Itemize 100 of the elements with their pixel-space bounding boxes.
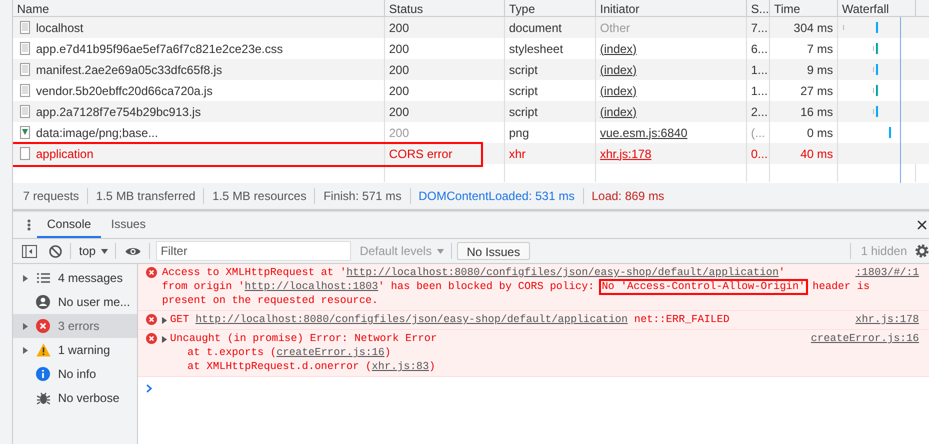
summary-text: Finish: 571 ms — [323, 188, 402, 205]
size-text: 0... — [751, 146, 768, 162]
request-name: localhost — [36, 20, 84, 36]
column-header[interactable]: Status — [389, 3, 424, 15]
request-row[interactable]: app.2a7128f7e754b29bc913.js 200 script (index) 2... 16 ms — [13, 101, 929, 122]
waterfall-bar — [843, 22, 878, 33]
time-text: 9 ms — [806, 62, 833, 78]
source-link[interactable]: :1803/#/:1 — [855, 266, 919, 280]
prompt-icon[interactable] — [146, 384, 152, 392]
source-link[interactable]: xhr.js:178 — [855, 313, 919, 327]
column-header[interactable]: Time — [774, 3, 800, 15]
document-icon — [20, 42, 30, 55]
message-line: Uncaught (in promise) Error: Network Error — [170, 332, 438, 346]
request-name: application — [36, 146, 94, 162]
request-row[interactable]: manifest.2ae2e69a05c33dfc65f8.js 200 script (index) 1... 9 ms — [13, 59, 929, 80]
initiator-link[interactable]: (index) — [600, 82, 637, 100]
column-header[interactable]: Name — [17, 3, 50, 15]
waterfall-bar — [873, 106, 878, 117]
sidebar-item[interactable]: No verbose — [13, 386, 137, 410]
issues-button[interactable]: No Issues — [456, 242, 530, 260]
type-text: stylesheet — [509, 40, 564, 58]
context-dropdown[interactable]: top — [79, 242, 108, 260]
eye-icon[interactable] — [124, 246, 141, 256]
sidebar-item[interactable]: 3 errors — [13, 314, 137, 338]
time-text: 0 ms — [806, 124, 833, 142]
expand-arrow-icon[interactable] — [23, 322, 28, 330]
hidden-count: 1 hidden — [860, 243, 907, 260]
waterfall-bar — [873, 43, 878, 54]
close-icon[interactable] — [917, 220, 927, 230]
error-icon — [146, 333, 157, 344]
size-text: 7... — [751, 20, 768, 36]
drawer-tab[interactable]: Issues — [101, 212, 156, 238]
info-icon — [36, 367, 50, 381]
initiator-link[interactable]: (index) — [600, 40, 637, 58]
request-row[interactable]: localhost 200 document Other 7... 304 ms — [13, 17, 929, 38]
filter-field[interactable]: Filter — [156, 241, 351, 261]
error-icon — [146, 267, 157, 278]
request-name: manifest.2ae2e69a05c33dfc65f8.js — [36, 62, 222, 78]
time-text: 40 ms — [800, 146, 833, 162]
source-link[interactable]: createError.js:16 — [810, 332, 919, 346]
request-row[interactable]: application CORS error xhr xhr.js:178 0... 40 ms — [13, 143, 929, 164]
user-icon — [36, 295, 50, 309]
sidebar-item[interactable]: 4 messages — [13, 266, 137, 290]
request-name: vendor.5b20ebffc20d66ca720a.js — [36, 82, 213, 100]
sidebar-toggle-icon[interactable] — [22, 244, 37, 258]
size-text: 2... — [751, 104, 768, 120]
initiator-text: Other — [600, 20, 630, 36]
expand-arrow-icon[interactable] — [162, 316, 167, 324]
type-text: script — [509, 104, 538, 120]
waterfall-bar — [873, 85, 878, 96]
error-icon — [36, 319, 50, 333]
time-text: 27 ms — [800, 82, 833, 100]
message-line: from origin 'http://localhost:1803' has been blocked by CORS policy: No 'Access-Control-Allow-Origin' header is — [162, 280, 870, 294]
type-text: xhr — [509, 146, 526, 162]
type-text: document — [509, 20, 562, 36]
column-header[interactable]: S... — [751, 3, 769, 15]
status-text: 200 — [389, 40, 410, 58]
request-name: app.e7d41b95f96ae5ef7a6f7c821e2ce23e.css — [36, 40, 283, 58]
document-icon — [20, 63, 30, 76]
type-text: script — [509, 82, 538, 100]
sidebar-item[interactable]: No info — [13, 362, 137, 386]
caret-icon — [436, 248, 444, 254]
warning-icon — [36, 343, 50, 357]
size-text: 1... — [751, 82, 768, 100]
message-line: GET http://localhost:8080/configfiles/json/easy-shop/default/application net::ERR_FAILED — [170, 313, 730, 327]
size-text: 6... — [751, 40, 768, 58]
more-icon[interactable] — [27, 219, 31, 231]
bug-icon — [36, 391, 50, 405]
summary-text: Load: 869 ms — [592, 188, 664, 205]
document-icon — [20, 21, 30, 34]
type-text: script — [509, 62, 538, 78]
summary-text: DOMContentLoaded: 531 ms — [418, 188, 575, 205]
column-header[interactable]: Waterfall — [842, 3, 889, 15]
time-text: 304 ms — [794, 20, 833, 36]
request-name: data:image/png;base... — [36, 124, 158, 142]
document-icon — [20, 84, 30, 97]
expand-arrow-icon[interactable] — [23, 346, 28, 354]
time-text: 16 ms — [800, 104, 833, 120]
clear-icon[interactable] — [49, 244, 62, 258]
time-text: 7 ms — [806, 40, 833, 58]
sidebar-item[interactable]: 1 warning — [13, 338, 137, 362]
message-line: at t.exports (createError.js:16) — [186, 346, 391, 360]
expand-arrow-icon[interactable] — [162, 336, 167, 342]
settings-icon[interactable] — [915, 244, 929, 258]
caret-icon — [100, 248, 108, 254]
request-name: app.2a7128f7e754b29bc913.js — [36, 104, 201, 120]
column-header[interactable]: Initiator — [600, 3, 640, 15]
sidebar-item[interactable]: No user me... — [13, 290, 137, 314]
initiator-link[interactable]: vue.esm.js:6840 — [600, 124, 688, 142]
message-line: present on the requested resource. — [162, 294, 378, 308]
list-icon — [36, 273, 50, 283]
initiator-link[interactable]: (index) — [600, 102, 637, 120]
status-text: 200 — [389, 82, 410, 100]
initiator-link[interactable]: (index) — [600, 60, 637, 78]
column-header[interactable]: Type — [509, 3, 536, 15]
initiator-link[interactable]: xhr.js:178 — [600, 144, 652, 162]
waterfall-bar — [873, 64, 878, 75]
message-line: at XMLHttpRequest.d.onerror (xhr.js:83) — [186, 360, 436, 374]
expand-arrow-icon[interactable] — [23, 274, 28, 282]
summary-text: 1.5 MB resources — [212, 188, 306, 205]
